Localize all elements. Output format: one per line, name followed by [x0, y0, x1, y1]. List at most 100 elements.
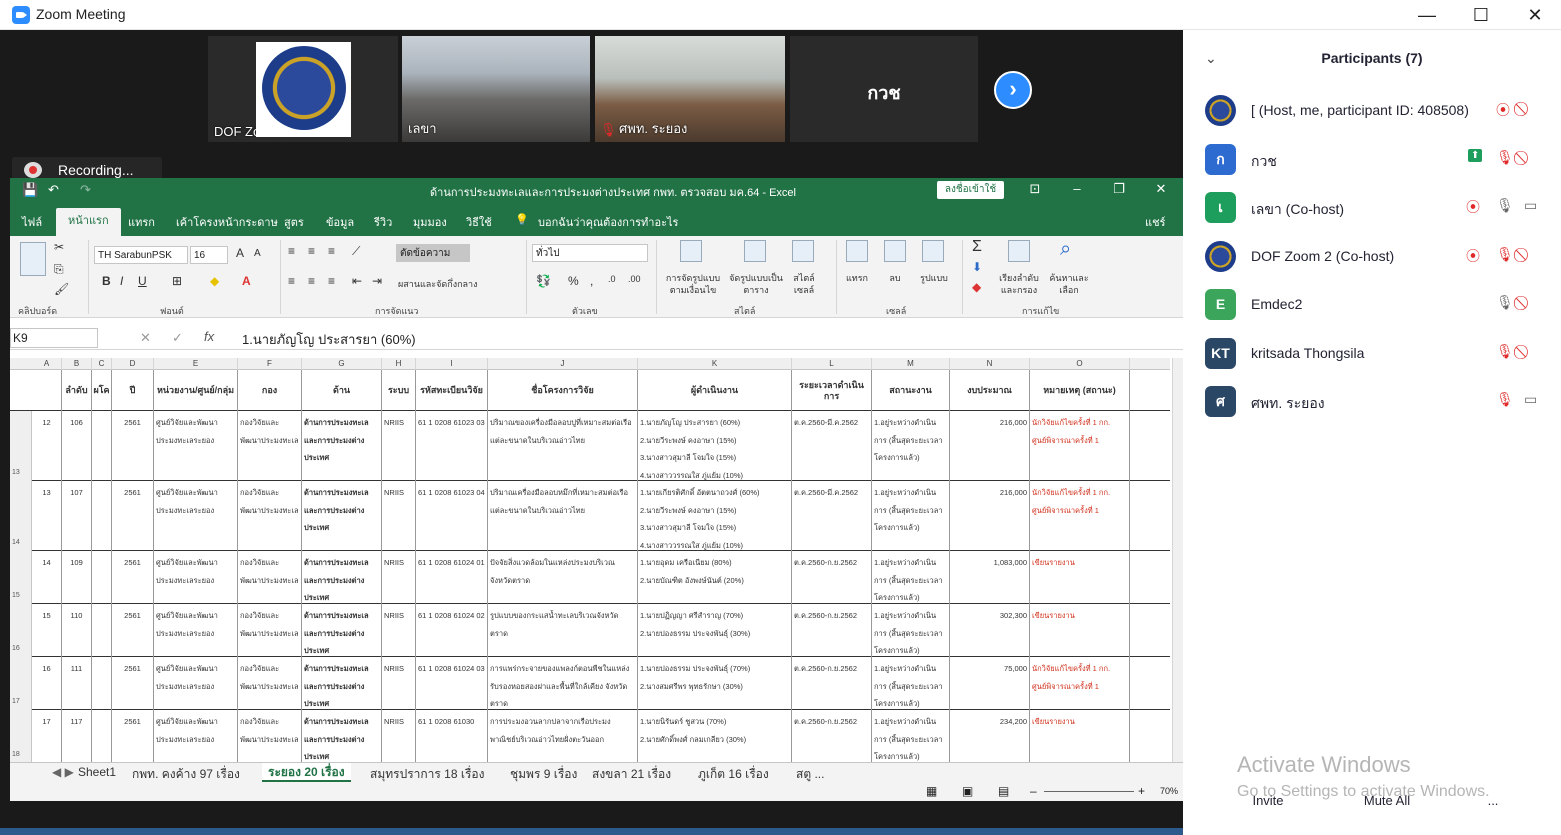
close-button[interactable]: ✕ — [1508, 0, 1561, 30]
table-cell[interactable]: 109 — [62, 551, 92, 604]
save-icon[interactable]: 💾 — [22, 182, 38, 198]
table-row[interactable]: 13 12 106 2561 ศูนย์วิจัยและพัฒนาประมงทะเลระ… — [10, 411, 1170, 481]
table-row[interactable]: 17 16 111 2561 ศูนย์วิจัยและพัฒนาประมงทะเลระ… — [10, 657, 1170, 710]
participant-row[interactable]: KTkritsada Thongsila🎙⃠ — [1183, 329, 1561, 377]
row-number[interactable]: 16 — [10, 604, 32, 657]
font-size-select[interactable]: 16 — [190, 246, 228, 264]
recording-icon[interactable]: ⦿ — [1466, 197, 1480, 217]
normal-view-icon[interactable]: ▦ — [926, 784, 937, 798]
format-table-icon[interactable] — [744, 240, 766, 262]
table-row[interactable]: 16 15 110 2561 ศูนย์วิจัยและพัฒนาประมงทะเลระ… — [10, 604, 1170, 657]
decrease-font-icon[interactable]: A — [254, 248, 261, 259]
orientation-icon[interactable]: ⟋ — [352, 244, 360, 259]
header-cell[interactable]: ลำดับ — [62, 370, 92, 411]
table-cell[interactable]: 1.อยู่ระหว่างดำเนินการ (สิ้นสุดระยะเวลาโ… — [872, 710, 950, 762]
mic-muted-icon[interactable]: 🎙 — [1496, 343, 1514, 360]
minimize-button[interactable]: — — [1400, 0, 1454, 30]
merge-center-button[interactable]: ผสานและจัดกึ่งกลาง — [398, 278, 478, 290]
number-format-select[interactable]: ทั่วไป — [532, 244, 648, 262]
table-cell[interactable]: 61 1 0208 61023 04 — [416, 481, 488, 551]
sort-filter-icon[interactable] — [1008, 240, 1030, 262]
header-cell[interactable]: สถานะงาน — [872, 370, 950, 411]
table-cell[interactable]: 61 1 0208 61024 03 — [416, 657, 488, 710]
table-cell[interactable]: กองวิจัยและพัฒนาประมงทะเล — [238, 481, 302, 551]
video-tile-kwch[interactable]: กวช — [790, 36, 978, 142]
row-number[interactable]: 14 — [10, 481, 32, 551]
camera-icon[interactable]: ▭ — [1524, 391, 1537, 408]
find-select-label[interactable]: ค้นหาและเลือก — [1046, 272, 1092, 296]
table-cell[interactable]: ต.ค.2560-ก.ย.2562 — [792, 604, 872, 657]
table-cell[interactable]: ต.ค.2560-ก.ย.2562 — [792, 657, 872, 710]
participant-row[interactable]: ศ ศพท. ระยอง 🎙 ▭ — [1183, 377, 1561, 425]
mic-icon[interactable]: 🎙 — [1496, 294, 1514, 311]
ribbon-display-icon[interactable]: ⊡ — [1020, 181, 1050, 197]
table-cell[interactable]: เขียนรายงาน — [1030, 604, 1130, 657]
table-cell[interactable]: 61 1 0208 61024 01 — [416, 551, 488, 604]
table-cell[interactable]: 1.นายภัญโญ ประสารยา (60%) 2.นายวีระพงษ์ … — [638, 411, 792, 481]
table-cell[interactable]: 1.นายปองธรรม ประจงพันธุ์ (70%) 2.นางสมศร… — [638, 657, 792, 710]
header-cell[interactable]: ผโค — [92, 370, 112, 411]
table-cell[interactable]: 1.อยู่ระหว่างดำเนินการ (สิ้นสุดระยะเวลาโ… — [872, 657, 950, 710]
vertical-scrollbar[interactable] — [1172, 358, 1183, 762]
table-cell[interactable]: ด้านการประมงทะเลและการประมงต่างประเทศ — [302, 657, 382, 710]
table-cell[interactable]: ต.ค.2560-มี.ค.2562 — [792, 411, 872, 481]
column-header[interactable]: L — [792, 358, 872, 370]
fill-icon[interactable]: ⬇ — [972, 260, 982, 274]
table-cell[interactable]: กองวิจัยและพัฒนาประมงทะเล — [238, 604, 302, 657]
outdent-icon[interactable]: ⇥ — [372, 274, 382, 288]
column-header[interactable]: E — [154, 358, 238, 370]
header-cell[interactable]: กอง — [238, 370, 302, 411]
participant-row[interactable]: กกวช⬆🎙⃠ — [1183, 135, 1561, 183]
table-cell[interactable]: ด้านการประมงทะเลและการประมงต่างประเทศ — [302, 411, 382, 481]
table-cell[interactable]: 17 — [32, 710, 62, 762]
function-icon[interactable]: fx — [204, 329, 214, 344]
column-header[interactable]: G — [302, 358, 382, 370]
format-cells-label[interactable]: รูปแบบ — [914, 272, 954, 284]
table-cell[interactable]: 1.อยู่ระหว่างดำเนินการ (สิ้นสุดระยะเวลาโ… — [872, 604, 950, 657]
increase-font-icon[interactable]: A — [236, 246, 244, 260]
participant-row[interactable]: [ (Host, me, participant ID: 408508)⦿⃠ — [1183, 86, 1561, 134]
table-cell[interactable]: 2561 — [112, 657, 154, 710]
table-cell[interactable]: ด้านการประมงทะเลและการประมงต่างประเทศ — [302, 551, 382, 604]
align-top-icon[interactable]: ≡ — [288, 244, 295, 258]
table-cell[interactable]: ด้านการประมงทะเลและการประมงต่างประเทศ — [302, 604, 382, 657]
table-cell[interactable]: 110 — [62, 604, 92, 657]
sheet-nav-icon[interactable]: ◀ ▶ — [52, 765, 74, 779]
header-cell[interactable]: หน่วยงาน/ศูนย์/กลุ่ม — [154, 370, 238, 411]
table-cell[interactable]: 16 — [32, 657, 62, 710]
insert-cells-icon[interactable] — [846, 240, 868, 262]
recording-icon[interactable]: ⦿ — [1466, 246, 1480, 266]
table-cell[interactable]: ต.ค.2560-มี.ค.2562 — [792, 481, 872, 551]
table-cell[interactable]: 2561 — [112, 481, 154, 551]
formula-input[interactable]: 1.นายภัญโญ ประสารยา (60%) — [242, 329, 416, 350]
currency-icon[interactable]: 💱 — [536, 274, 551, 288]
table-cell[interactable]: 13 — [32, 481, 62, 551]
column-header[interactable]: J — [488, 358, 638, 370]
zoom-in-icon[interactable]: + — [1138, 784, 1145, 798]
row-number[interactable]: 17 — [10, 657, 32, 710]
table-cell[interactable]: NRIIS — [382, 551, 416, 604]
shared-excel-window[interactable]: 💾 ↶ ↷ ด้านการประมงทะเลและการประมงต่างประ… — [10, 178, 1183, 801]
participant-row[interactable]: EEmdec2🎙⃠ — [1183, 280, 1561, 328]
conditional-format-icon[interactable] — [680, 240, 702, 262]
header-cell[interactable]: งบประมาณ — [950, 370, 1030, 411]
sort-filter-label[interactable]: เรียงลำดับและกรอง — [998, 272, 1040, 296]
table-cell[interactable]: ต.ค.2560-ก.ย.2562 — [792, 710, 872, 762]
column-header[interactable]: H — [382, 358, 416, 370]
mic-icon[interactable]: 🎙 — [1496, 197, 1514, 214]
insert-cells-label[interactable]: แทรก — [840, 272, 874, 284]
header-cell[interactable]: ระบบ — [382, 370, 416, 411]
table-cell[interactable]: ปัจจัยสิ่งแวดล้อมในแหล่งประมงบริเวณจังหว… — [488, 551, 638, 604]
invite-button[interactable]: Invite — [1240, 788, 1296, 814]
bold-button[interactable]: B — [102, 274, 111, 288]
table-cell[interactable]: 216,000 — [950, 411, 1030, 481]
table-cell[interactable] — [92, 551, 112, 604]
table-cell[interactable]: ปริมาณเครื่องมือลอบหมึกที่เหมาะสมต่อเรือ… — [488, 481, 638, 551]
underline-button[interactable]: U — [138, 274, 147, 288]
column-header[interactable]: F — [238, 358, 302, 370]
column-header[interactable]: A — [32, 358, 62, 370]
table-cell[interactable]: เขียนรายงาน — [1030, 551, 1130, 604]
row-number[interactable]: 13 — [10, 411, 32, 481]
cut-icon[interactable]: ✂ — [54, 240, 64, 254]
table-cell[interactable]: 75,000 — [950, 657, 1030, 710]
